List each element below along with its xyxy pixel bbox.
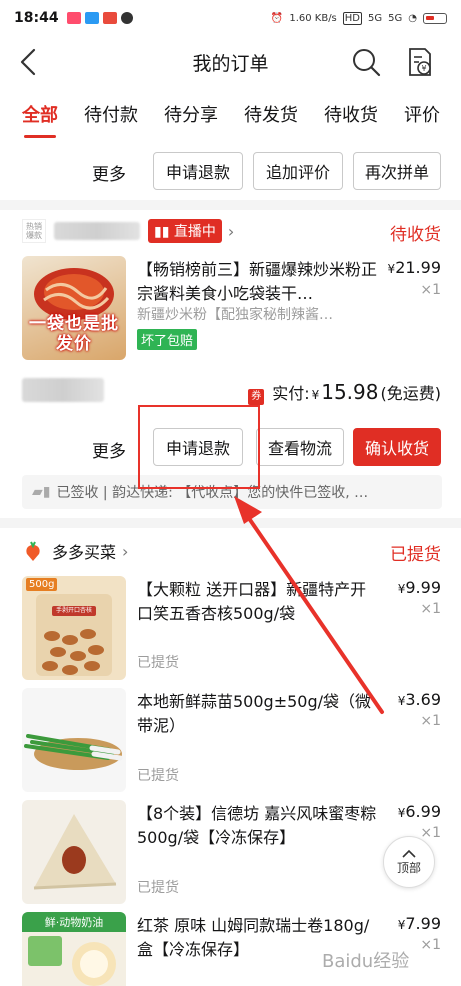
confirm-receipt-button[interactable]: 确认收货 — [353, 428, 441, 466]
search-icon[interactable] — [350, 46, 382, 78]
product-price: ¥9.99 — [398, 578, 441, 597]
product-qty: ×1 — [420, 601, 441, 617]
watermark-text: Baidu经验 — [322, 951, 409, 972]
product-price: ¥6.99 — [398, 802, 441, 821]
divider — [0, 200, 461, 210]
product-title[interactable]: 【畅销榜前三】新疆爆辣炒米粉正宗酱料美食小吃袋装干… — [137, 258, 382, 306]
network-speed: 1.60 KB/s — [289, 12, 337, 24]
live-label: 直播中 — [173, 224, 216, 240]
signal-2-icon: 5G — [388, 12, 403, 24]
store-name-redacted — [54, 222, 140, 240]
reorder-button[interactable]: 再次拼单 — [353, 152, 441, 190]
shipping-note: (免运费) — [380, 384, 442, 403]
tab-pending-payment[interactable]: 待付款 — [84, 92, 138, 140]
refund-button[interactable]: 申请退款 — [153, 152, 243, 190]
svg-text:¥: ¥ — [421, 64, 426, 73]
signal-1-icon: 5G — [368, 12, 383, 24]
telegram-icon — [84, 12, 99, 24]
order-bill-icon[interactable]: ¥ — [403, 46, 435, 78]
chevron-right-icon: › — [227, 221, 235, 241]
live-icon: ▮▮ — [154, 224, 174, 240]
guarantee-tag: 坏了包赔 — [137, 329, 198, 350]
status-bar: 18:44 ⏰ 1.60 KB/s HD 5G 5G ◔ — [0, 0, 461, 36]
chevron-right-icon: › — [122, 541, 129, 561]
chevron-up-icon — [402, 849, 416, 858]
message-icon — [120, 12, 133, 24]
price-value: 21.99 — [395, 258, 441, 277]
product-image[interactable] — [22, 800, 126, 904]
product-qty: ×1 — [420, 825, 441, 841]
price-value: 3.69 — [405, 690, 441, 709]
product-image[interactable]: 500g 手剥开口杏核 — [22, 576, 126, 680]
status-indicators: ⏰ 1.60 KB/s HD 5G 5G ◔ — [270, 11, 447, 25]
product-title[interactable]: 本地新鲜蒜苗500g±50g/袋（微带泥） — [137, 690, 382, 738]
add-review-button[interactable]: 追加评价 — [253, 152, 343, 190]
divider — [0, 518, 461, 528]
order-status-2: 已提货 — [390, 545, 441, 565]
store-logo: 热销爆款 — [22, 219, 46, 243]
product-price: ¥7.99 — [398, 914, 441, 933]
baidu-jingyan-watermark: Baidu经验 — [322, 951, 409, 972]
product-price: ¥21.99 — [388, 258, 441, 277]
product-title[interactable]: 【大颗粒 送开口器】新疆特产开口笑五香杏核500g/袋 — [137, 578, 382, 626]
tab-pending-share[interactable]: 待分享 — [164, 92, 218, 140]
item-state: 已提货 — [137, 655, 179, 671]
product-price: ¥3.69 — [398, 690, 441, 709]
paid-amount: 券 实付: ¥ 15.98 (免运费) — [248, 380, 441, 405]
more-button-order1[interactable]: 更多 — [92, 437, 126, 462]
weight-badge: 500g — [26, 578, 58, 591]
product-image-text: 一袋也是批发价 — [29, 314, 119, 354]
view-logistics-button[interactable]: 查看物流 — [256, 428, 344, 466]
store-header[interactable]: 热销爆款 ▮▮ 直播中 › — [22, 216, 442, 246]
product-title[interactable]: 【8个装】信德坊 嘉兴风味蜜枣粽500g/袋【冷冻保存】 — [137, 802, 382, 850]
hd-icon: HD — [342, 11, 363, 25]
tab-review[interactable]: 评价 — [404, 92, 440, 140]
tab-pending-receipt[interactable]: 待收货 — [324, 92, 378, 140]
apricot-kernels-image — [36, 594, 112, 676]
product-spec: 新疆炒米粉【配独家秘制辣酱… — [137, 307, 333, 323]
alarm-icon: ⏰ — [270, 12, 284, 24]
paid-value: 15.98 — [321, 380, 379, 404]
product-image[interactable]: 鲜·动物奶油 — [22, 912, 126, 986]
garlic-sprout-image — [24, 734, 123, 770]
product-image[interactable] — [22, 688, 126, 792]
app-notification-icon — [66, 12, 81, 24]
tab-all[interactable]: 全部 — [22, 92, 58, 140]
zongzi-image — [33, 814, 117, 890]
store-name: 多多买菜 — [52, 543, 117, 562]
bag-label: 手剥开口杏核 — [55, 607, 92, 614]
tab-pending-shipment[interactable]: 待发货 — [244, 92, 298, 140]
back-to-top-button[interactable]: 顶部 — [383, 836, 435, 888]
wifi-icon: ◔ — [408, 12, 417, 24]
more-button[interactable]: 更多 — [92, 160, 126, 185]
price-value: 6.99 — [405, 802, 441, 821]
ingredient-badge: 鲜·动物奶油 — [22, 912, 126, 932]
order-status: 待收货 — [390, 225, 441, 245]
shop-notification-icon — [102, 12, 117, 24]
product-qty: ×1 — [420, 282, 441, 298]
paid-currency: ¥ — [311, 388, 320, 402]
item-state: 已提货 — [137, 880, 179, 896]
coupon-icon: 券 — [248, 389, 265, 405]
battery-icon — [423, 12, 447, 24]
live-badge: ▮▮ 直播中 — [148, 219, 222, 243]
store-header-2[interactable]: 多多买菜 › — [22, 536, 442, 566]
duoduo-maicai-logo-icon — [26, 541, 40, 561]
product-image[interactable]: 一袋也是批发价 — [22, 256, 126, 360]
item-state: 已提货 — [137, 768, 179, 784]
product-qty: ×1 — [420, 713, 441, 729]
order-tabs: 全部 待付款 待分享 待发货 待收货 评价 — [0, 92, 461, 140]
price-value: 9.99 — [405, 578, 441, 597]
truck-icon: ▰▮ — [32, 484, 51, 500]
paid-label: 实付: — [272, 384, 310, 403]
price-value: 7.99 — [405, 914, 441, 933]
back-to-top-label: 顶部 — [396, 860, 421, 875]
annotation-highlight-box — [138, 405, 260, 489]
status-time: 18:44 — [14, 10, 59, 26]
nav-bar: 我的订单 ¥ — [0, 36, 461, 88]
page-title: 我的订单 — [192, 52, 269, 75]
buyer-info-redacted — [22, 378, 104, 402]
back-arrow-icon[interactable] — [16, 46, 44, 78]
